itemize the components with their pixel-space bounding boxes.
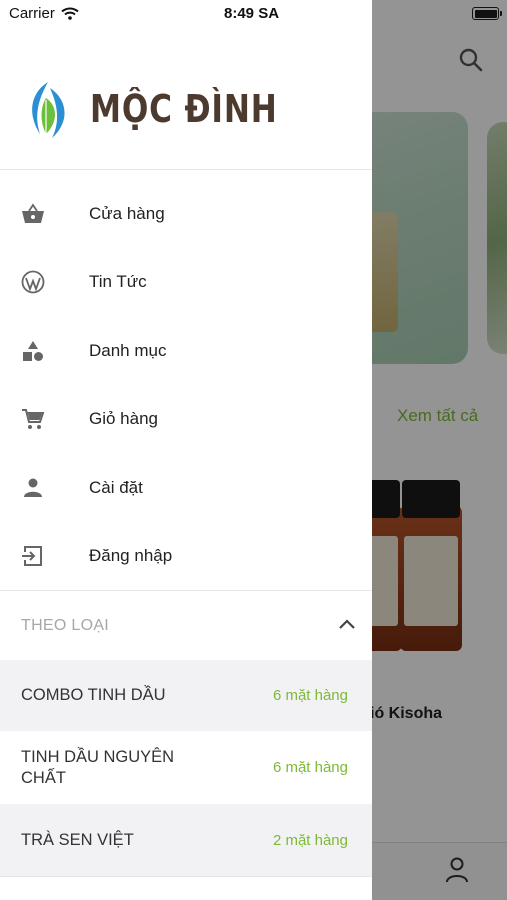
category-name: TINH DẦU NGUYÊN CHẤT <box>21 747 175 787</box>
category-row[interactable]: COMBO TINH DẦU 6 mặt hàng <box>0 660 372 731</box>
category-count: 2 mặt hàng <box>272 831 348 849</box>
menu-item-label: Đăng nhập <box>89 546 173 565</box>
cart-icon <box>21 407 45 431</box>
battery-icon <box>472 7 502 20</box>
chevron-up-icon[interactable] <box>338 618 356 630</box>
brand-logo[interactable]: MỘC ĐÌNH <box>24 78 319 140</box>
clock: 8:49 SA <box>224 5 280 22</box>
person-icon <box>21 476 45 500</box>
drawer-scrim[interactable] <box>372 0 507 900</box>
divider <box>0 876 372 877</box>
menu-item-label: Tin Tức <box>89 272 147 291</box>
category-name: TRÀ SEN VIỆT <box>21 830 134 849</box>
menu-item-categories[interactable]: Danh mục <box>0 317 372 385</box>
divider <box>0 590 372 591</box>
category-name: COMBO TINH DẦU <box>21 686 166 704</box>
categories-section-header[interactable]: THEO LOẠI <box>0 592 372 660</box>
wifi-icon <box>61 7 79 20</box>
category-row[interactable]: TRÀ SEN VIỆT 2 mặt hàng <box>0 804 372 876</box>
menu-item-label: Cài đặt <box>89 478 143 497</box>
navigation-drawer: MỘC ĐÌNH Cửa hàng Tin Tức Danh mục Giỏ h… <box>0 0 372 900</box>
category-row[interactable]: TINH DẦU NGUYÊN CHẤT 6 mặt hàng <box>0 731 372 804</box>
menu-item-login[interactable]: Đăng nhập <box>0 522 372 590</box>
category-shapes-icon <box>21 339 45 363</box>
basket-icon <box>21 202 45 226</box>
menu-item-shop[interactable]: Cửa hàng <box>0 180 372 248</box>
menu-item-cart[interactable]: Giỏ hàng <box>0 385 372 453</box>
menu-item-label: Danh mục <box>89 341 167 360</box>
menu-item-settings[interactable]: Cài đặt <box>0 454 372 522</box>
wordpress-icon <box>21 270 45 294</box>
brand-name: MỘC ĐÌNH <box>90 87 278 131</box>
section-title: THEO LOẠI <box>21 617 110 634</box>
leaf-logo-icon <box>32 82 65 138</box>
status-bar: Carrier 8:49 SA <box>0 0 507 30</box>
category-count: 6 mặt hàng <box>272 687 348 704</box>
carrier-label: Carrier <box>9 5 55 22</box>
login-icon <box>21 544 45 568</box>
divider <box>0 169 372 170</box>
menu-item-label: Cửa hàng <box>89 204 165 223</box>
menu-item-label: Giỏ hàng <box>89 409 158 428</box>
menu-item-news[interactable]: Tin Tức <box>0 248 372 316</box>
category-count: 6 mặt hàng <box>272 759 348 776</box>
